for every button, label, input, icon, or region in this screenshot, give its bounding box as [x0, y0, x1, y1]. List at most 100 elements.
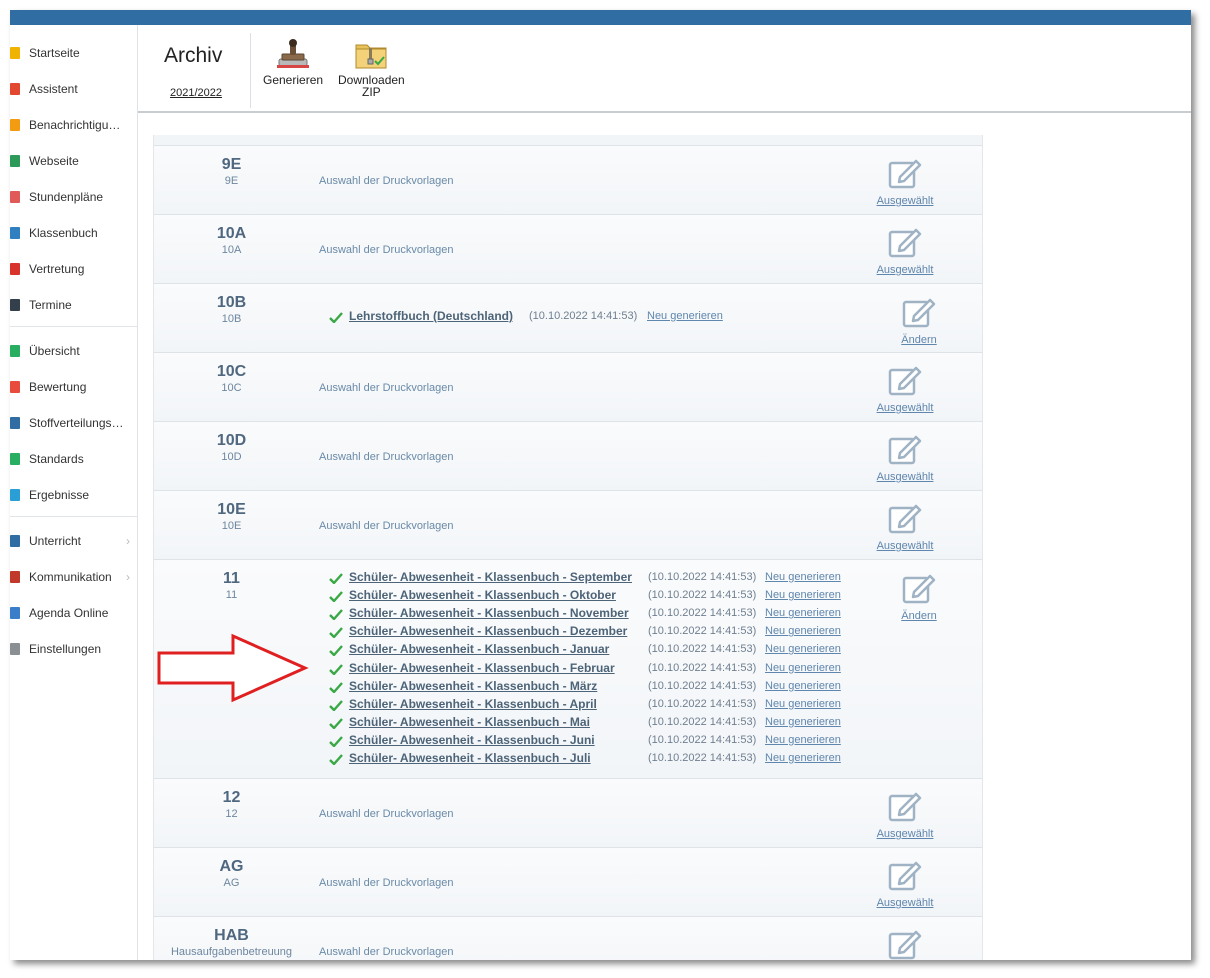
regenerate-link[interactable]: Neu generieren [765, 643, 841, 655]
class-subtitle: 10B [221, 313, 242, 325]
class-name: 10C [216, 363, 247, 380]
regenerate-link[interactable]: Neu generieren [765, 571, 841, 583]
sidebar-item[interactable]: Termine [10, 287, 137, 323]
document-entry: Schüler- Abwesenheit - Klassenbuch - Feb… [329, 661, 849, 679]
chevron-right-icon: › [126, 534, 130, 548]
regenerate-link[interactable]: Neu generieren [765, 589, 841, 601]
sidebar-item-label: Vertretung [29, 262, 85, 276]
sidebar-item[interactable]: Benachrichtigungen [10, 107, 137, 143]
sidebar-item[interactable]: Stundenpläne [10, 179, 137, 215]
sidebar-item-icon [10, 643, 20, 655]
sidebar-item[interactable]: Stoffverteilungsplan [10, 405, 137, 441]
sidebar-item-label: Kommunikation [29, 570, 112, 584]
document-link[interactable]: Schüler- Abwesenheit - Klassenbuch - Sep… [349, 570, 632, 584]
document-entry: Schüler- Abwesenheit - Klassenbuch - Sep… [329, 570, 849, 588]
document-timestamp: (10.10.2022 14:41:53) [648, 697, 757, 710]
class-name: HAB [214, 927, 249, 944]
document-link[interactable]: Schüler- Abwesenheit - Klassenbuch - Jun… [349, 733, 595, 747]
sidebar-item[interactable]: Kommunikation › [10, 559, 137, 595]
check-icon-wrap [329, 663, 343, 678]
sidebar-item[interactable]: Klassenbuch [10, 215, 137, 251]
document-link[interactable]: Schüler- Abwesenheit - Klassenbuch - Jan… [349, 642, 609, 656]
regenerate-link[interactable]: Neu generieren [765, 662, 841, 674]
generate-button[interactable]: Generieren [263, 39, 323, 86]
sidebar-item-label: Termine [29, 298, 72, 312]
choose-templates-link[interactable]: Auswahl der Druckvorlagen [319, 946, 454, 958]
select-templates-button[interactable]: Ausgewählt [875, 226, 935, 276]
document-link[interactable]: Schüler- Abwesenheit - Klassenbuch - Apr… [349, 697, 597, 711]
document-link[interactable]: Schüler- Abwesenheit - Klassenbuch - Jul… [349, 751, 591, 765]
document-link[interactable]: Schüler- Abwesenheit - Klassenbuch - Okt… [349, 588, 616, 602]
regenerate-link[interactable]: Neu generieren [765, 680, 841, 692]
download-zip-button[interactable]: Downloaden ZIP [338, 39, 405, 98]
class-name: 10D [216, 432, 247, 449]
choose-templates-link[interactable]: Auswahl der Druckvorlagen [319, 244, 454, 256]
document-entry: Schüler- Abwesenheit - Klassenbuch - Jul… [329, 751, 849, 769]
change-templates-button[interactable]: Ändern [889, 296, 949, 346]
document-timestamp: (10.10.2022 14:41:53) [648, 715, 757, 728]
regenerate-link[interactable]: Neu generieren [765, 625, 841, 637]
sidebar-item-label: Stundenpläne [29, 190, 104, 204]
regenerate-link[interactable]: Neu generieren [765, 752, 841, 764]
sidebar-item-icon [10, 155, 20, 167]
select-templates-button[interactable]: Ausgewählt [875, 364, 935, 414]
change-templates-button[interactable]: Ändern [889, 572, 949, 622]
check-icon-wrap [329, 681, 343, 696]
selected-label: Ausgewählt [876, 402, 934, 414]
document-link[interactable]: Schüler- Abwesenheit - Klassenbuch - Nov… [349, 606, 629, 620]
check-icon [329, 645, 343, 658]
choose-templates-link[interactable]: Auswahl der Druckvorlagen [319, 175, 454, 187]
sidebar-item-icon [10, 535, 20, 547]
sidebar-item[interactable]: Einstellungen [10, 631, 137, 667]
select-templates-button[interactable]: Ausgewählt [875, 502, 935, 552]
regenerate-link[interactable]: Neu generieren [765, 734, 841, 746]
top-bar [10, 10, 1191, 25]
document-link[interactable]: Lehrstoffbuch (Deutschland) [349, 309, 513, 323]
sidebar-item[interactable]: Unterricht › [10, 523, 137, 559]
regenerate-link[interactable]: Neu generieren [765, 716, 841, 728]
select-templates-button[interactable]: Ausgewählt [875, 790, 935, 840]
selected-label: Ausgewählt [876, 195, 934, 207]
choose-templates-link[interactable]: Auswahl der Druckvorlagen [319, 877, 454, 889]
sidebar-item[interactable]: Agenda Online [10, 595, 137, 631]
class-row: 12 12 Ausgewählt Auswahl der Druckvorlagen [154, 778, 982, 847]
choose-templates-link[interactable]: Auswahl der Druckvorlagen [319, 451, 454, 463]
select-templates-button[interactable]: Ausgewählt [875, 859, 935, 909]
select-templates-button[interactable]: Ausgewählt [875, 433, 935, 483]
sidebar-item[interactable]: Assistent [10, 71, 137, 107]
sidebar-item[interactable]: Standards [10, 441, 137, 477]
document-entry: Schüler- Abwesenheit - Klassenbuch - Jun… [329, 733, 849, 751]
check-icon-wrap [329, 754, 343, 768]
choose-templates-link[interactable]: Auswahl der Druckvorlagen [319, 808, 454, 820]
check-icon-wrap [329, 645, 343, 659]
regenerate-link[interactable]: Neu generieren [765, 607, 841, 619]
sidebar-item-label: Übersicht [29, 344, 80, 358]
select-templates-button[interactable]: Ausgewählt [875, 157, 935, 207]
regenerate-link[interactable]: Neu generieren [647, 310, 723, 322]
class-row: 10D 10D Ausgewählt Auswahl der Druckvorlage… [154, 421, 982, 490]
document-link[interactable]: Schüler- Abwesenheit - Klassenbuch - Feb… [349, 661, 615, 675]
sidebar-item[interactable]: Bewertung [10, 369, 137, 405]
document-link[interactable]: Schüler- Abwesenheit - Klassenbuch - Mär… [349, 679, 597, 693]
choose-templates-link[interactable]: Auswahl der Druckvorlagen [319, 382, 454, 394]
sidebar-item[interactable]: Ergebnisse [10, 477, 137, 513]
check-icon [329, 663, 343, 676]
sidebar-item[interactable]: Vertretung [10, 251, 137, 287]
class-subtitle: 9E [224, 175, 239, 187]
sidebar-item-icon [10, 417, 20, 429]
sidebar-item[interactable]: Startseite [10, 35, 137, 71]
sidebar-item-label: Stoffverteilungsplan [29, 416, 125, 430]
sidebar-item[interactable]: Übersicht [10, 333, 137, 369]
check-icon [329, 699, 343, 712]
page-title: Archiv [164, 44, 223, 67]
choose-templates-link[interactable]: Auswahl der Druckvorlagen [319, 520, 454, 532]
document-link[interactable]: Schüler- Abwesenheit - Klassenbuch - Mai [349, 715, 590, 729]
sidebar-item-icon [10, 299, 20, 311]
document-entry: Schüler- Abwesenheit - Klassenbuch - Mai… [329, 715, 849, 733]
regenerate-link[interactable]: Neu generieren [765, 698, 841, 710]
select-templates-button[interactable]: Ausgewählt [875, 928, 935, 960]
school-year-link[interactable]: 2021/2022 [170, 87, 222, 99]
document-link[interactable]: Schüler- Abwesenheit - Klassenbuch - Dez… [349, 624, 627, 638]
class-name: 11 [223, 570, 240, 587]
sidebar-item[interactable]: Webseite [10, 143, 137, 179]
